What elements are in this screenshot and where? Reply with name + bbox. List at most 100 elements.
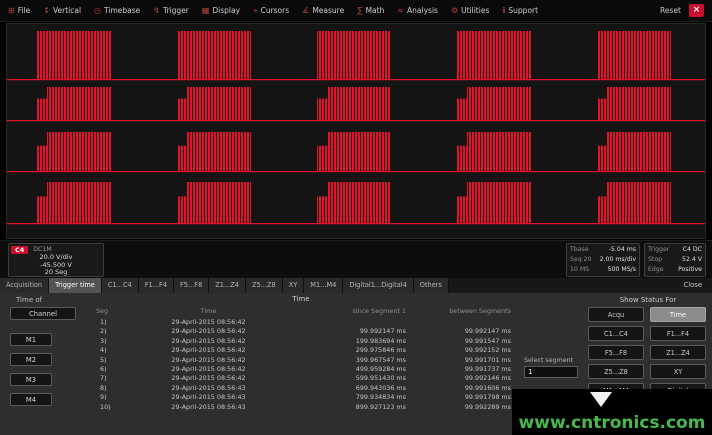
dialog-close-button[interactable]: Close (677, 278, 712, 293)
channel-source-button[interactable]: Channel (10, 307, 76, 320)
tab-z5-z8[interactable]: Z5...Z8 (246, 278, 283, 293)
menu-item-timebase[interactable]: ◷Timebase (94, 6, 140, 15)
channel-descriptor-c4[interactable]: C4 DC1M 20.0 V/div-45.500 V20 Seg (8, 243, 104, 277)
utilities-icon: ⚙ (451, 7, 458, 15)
table-cell (406, 318, 511, 327)
table-row: 7)29-April-2015 08:56:42599.951430 ms99.… (86, 374, 516, 383)
show-status-title: Show Status For (588, 296, 708, 304)
status-buttons: Acqu Time C1...C4 F1...F4 F5...F8 Z1...Z4 Z5..… (588, 307, 706, 398)
info-label: Stop (648, 255, 662, 265)
info-row: Stop 52.4 V (645, 255, 705, 265)
tab-f1-f4[interactable]: F1...F4 (139, 278, 174, 293)
table-title: Time (86, 295, 516, 307)
table-row: 9)29-April-2015 08:56:43799.934834 ms99.… (86, 393, 516, 402)
menu-item-utilities[interactable]: ⚙Utilities (451, 6, 489, 15)
select-segment-panel: Select segment 1 (524, 357, 582, 378)
menu-item-analysis[interactable]: ≈Analysis (397, 6, 438, 15)
status-button-z5-z8[interactable]: Z5...Z8 (588, 364, 644, 379)
menu-item-label: Support (508, 6, 538, 15)
channel-values: 20.0 V/div-45.500 V20 Seg (11, 254, 101, 277)
info-label: Edge (648, 265, 664, 275)
menu-item-cursors[interactable]: ⌖Cursors (253, 6, 289, 15)
info-value: 2.00 ms/div (600, 255, 636, 265)
table-cell: 29-April-2015 08:56:42 (126, 374, 291, 383)
reset-button[interactable]: Reset (660, 6, 681, 15)
tab-xy[interactable]: XY (283, 278, 305, 293)
tab-digital1-digital4[interactable]: Digital1...Digital4 (343, 278, 413, 293)
table-cell: 5) (86, 356, 126, 365)
menu-item-label: Display (212, 6, 240, 15)
table-cell: 799.934834 ms (291, 393, 406, 402)
tab-acquisition[interactable]: Acquisition (0, 278, 49, 293)
table-row: 6)29-April-2015 08:56:42499.959284 ms99.… (86, 365, 516, 374)
window-close-button[interactable]: × (689, 4, 704, 17)
menu-item-label: Cursors (261, 6, 290, 15)
table-cell: 99.991737 ms (406, 365, 511, 374)
tab-f5-f8[interactable]: F5...F8 (174, 278, 209, 293)
status-button-f1-f4[interactable]: F1...F4 (650, 326, 706, 341)
info-row: Trigger C4 DC (645, 245, 705, 255)
analysis-icon: ≈ (397, 7, 404, 15)
status-button-time[interactable]: Time (650, 307, 706, 322)
menu-item-label: Math (366, 6, 385, 15)
tab-z1-z4[interactable]: Z1...Z4 (209, 278, 246, 293)
info-row: EdgePositive (645, 265, 705, 275)
tab-c1-c4[interactable]: C1...C4 (102, 278, 139, 293)
vertical-icon: ↕ (43, 7, 50, 15)
info-row: Tbase-5.04 ms (567, 245, 639, 255)
select-segment-label: Select segment (524, 357, 582, 364)
menu-item-support[interactable]: ℹSupport (502, 6, 538, 15)
timebase-icon: ◷ (94, 7, 101, 15)
table-cell: 29-April-2015 08:56:42 (126, 327, 291, 336)
status-dialog: AcquisitionTrigger timeC1...C4F1...F4F5.… (0, 278, 712, 435)
info-row: Seq 202.00 ms/div (567, 255, 639, 265)
trigger-descriptor[interactable]: Trigger C4 DC Stop 52.4 VEdgePositive (644, 243, 706, 277)
table-cell: 10) (86, 403, 126, 412)
menu-item-vertical[interactable]: ↕Vertical (43, 6, 81, 15)
timebase-descriptor[interactable]: Tbase-5.04 msSeq 202.00 ms/div10 MS500 M… (566, 243, 640, 277)
menu-item-label: Trigger (163, 6, 189, 15)
table-cell: 2) (86, 327, 126, 336)
oscilloscope-app: ⊞File ↕Vertical ◷Timebase ↯Trigger ▦Display ⌖… (0, 0, 712, 435)
menu-item-trigger[interactable]: ↯Trigger (153, 6, 189, 15)
file-icon: ⊞ (8, 7, 15, 15)
button-m2[interactable]: M2 (10, 353, 52, 366)
measure-icon: ∡ (302, 7, 309, 15)
display-icon: ▦ (202, 7, 210, 15)
table-cell: 29-April-2015 08:56:42 (126, 365, 291, 374)
button-m1[interactable]: M1 (10, 333, 52, 346)
button-m4[interactable]: M4 (10, 393, 52, 406)
table-cell: 99.991798 ms (406, 393, 511, 402)
menu-item-display[interactable]: ▦Display (202, 6, 240, 15)
menu-item-math[interactable]: ∑ Math (357, 6, 384, 15)
menu-bar: ⊞File ↕Vertical ◷Timebase ↯Trigger ▦Display ⌖… (0, 0, 712, 22)
status-button-xy[interactable]: XY (650, 364, 706, 379)
table-cell: 6) (86, 365, 126, 374)
status-button-f5-f8[interactable]: F5...F8 (588, 345, 644, 360)
info-value: C4 DC (683, 245, 702, 255)
waveform-svg (7, 24, 705, 238)
menu-item-file[interactable]: ⊞File (8, 6, 30, 15)
button-m3[interactable]: M3 (10, 373, 52, 386)
info-label: Trigger (648, 245, 669, 255)
table-cell (291, 318, 406, 327)
menu-item-measure[interactable]: ∡Measure (302, 6, 344, 15)
table-cell: 1) (86, 318, 126, 327)
waveform-display[interactable] (6, 23, 706, 239)
tab-m1-m4[interactable]: M1...M4 (304, 278, 343, 293)
info-value: -5.04 ms (609, 245, 636, 255)
table-cell: 99.992146 ms (406, 374, 511, 383)
column-header-time: Time (126, 307, 291, 318)
status-button-c1-c4[interactable]: C1...C4 (588, 326, 644, 341)
math-icon: ∑ (357, 7, 362, 15)
status-button-z1-z4[interactable]: Z1...Z4 (650, 345, 706, 360)
memory-buttons: M1 M2 M3 M4 (10, 333, 52, 406)
select-segment-input[interactable]: 1 (524, 366, 578, 378)
table-cell: 99.991606 ms (406, 384, 511, 393)
status-button-acqu[interactable]: Acqu (588, 307, 644, 322)
table-cell: 4) (86, 346, 126, 355)
tab-others[interactable]: Others (414, 278, 449, 293)
table-cell: 29-April-2015 08:56:43 (126, 384, 291, 393)
tab-trigger-time[interactable]: Trigger time (49, 278, 102, 293)
info-value: 52.4 V (682, 255, 702, 265)
